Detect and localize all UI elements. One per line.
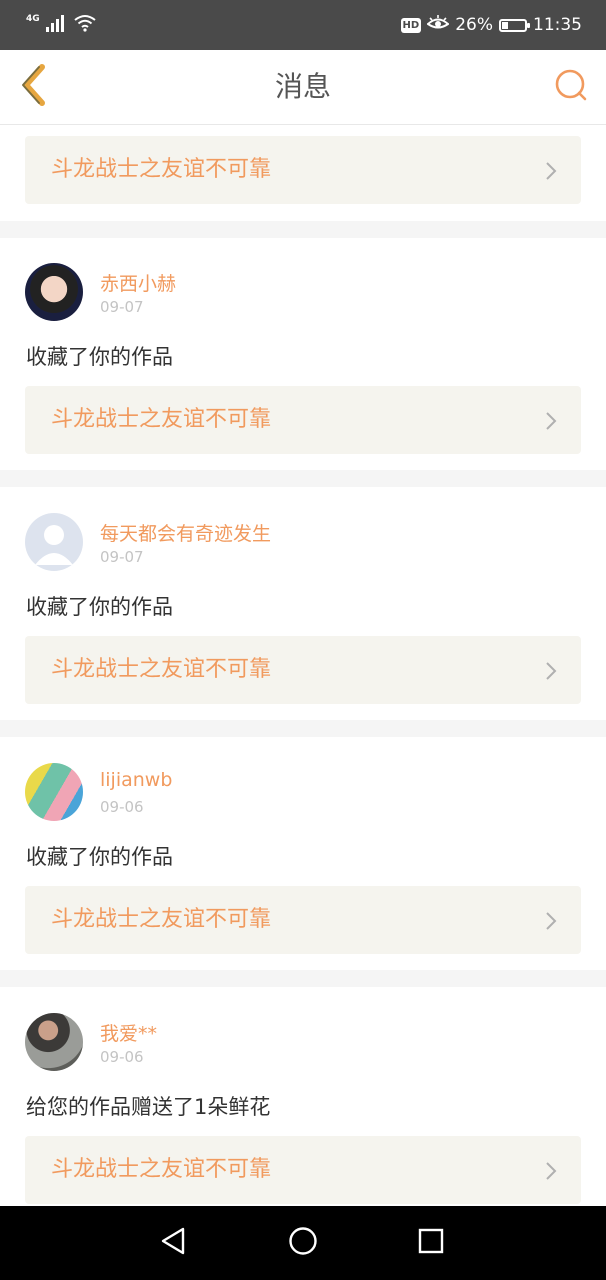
message-action: 收藏了你的作品 <box>26 595 173 619</box>
chevron-right-icon <box>545 661 557 685</box>
battery-icon <box>499 18 530 32</box>
username[interactable]: 每天都会有奇迹发生 <box>100 519 271 546</box>
chevron-right-icon <box>545 911 557 935</box>
work-title: 斗龙战士之友谊不可靠 <box>51 407 272 432</box>
system-nav-bar <box>0 1206 606 1280</box>
app-header: 消息 <box>0 50 606 125</box>
default-avatar-icon[interactable] <box>25 513 83 571</box>
work-title: 斗龙战士之友谊不可靠 <box>51 157 272 182</box>
message-action: 给您的作品赠送了1朵鲜花 <box>26 1095 271 1119</box>
battery-fill <box>502 21 508 29</box>
search-icon <box>553 67 589 107</box>
avatar[interactable] <box>25 1013 83 1071</box>
message-date: 09-06 <box>100 798 144 816</box>
status-bar: 4G HD 26% 11:35 <box>0 0 606 50</box>
chevron-right-icon <box>545 161 557 185</box>
status-left: 4G <box>26 12 96 38</box>
hd-badge: HD <box>400 17 422 33</box>
message-action: 收藏了你的作品 <box>26 845 173 869</box>
chevron-right-icon <box>545 1161 557 1185</box>
nav-recents-button[interactable] <box>414 1226 448 1260</box>
work-link-card[interactable]: 斗龙战士之友谊不可靠 <box>25 136 581 204</box>
avatar[interactable] <box>25 763 83 821</box>
work-link-card[interactable]: 斗龙战士之友谊不可靠 <box>25 636 581 704</box>
page-title: 消息 <box>274 70 331 103</box>
message-list[interactable]: 斗龙战士之友谊不可靠 赤西小赫 09-07 收藏了你的作品 斗龙战士之友谊不可靠… <box>0 125 606 1206</box>
work-link-card[interactable]: 斗龙战士之友谊不可靠 <box>25 386 581 454</box>
square-recents-icon <box>417 1227 445 1259</box>
search-button[interactable] <box>548 64 594 110</box>
message-date: 09-06 <box>100 1048 144 1066</box>
work-title: 斗龙战士之友谊不可靠 <box>51 657 272 682</box>
message-date: 09-07 <box>100 298 144 316</box>
work-title: 斗龙战士之友谊不可靠 <box>51 1157 272 1182</box>
avatar[interactable] <box>25 263 83 321</box>
wifi-icon <box>74 14 96 36</box>
eye-icon <box>426 14 450 36</box>
network-type: 4G <box>26 14 40 24</box>
circle-home-icon <box>288 1226 318 1260</box>
battery-percent: 26% <box>455 15 493 35</box>
message-date: 09-07 <box>100 548 144 566</box>
nav-back-button[interactable] <box>156 1226 190 1260</box>
work-link-card[interactable]: 斗龙战士之友谊不可靠 <box>25 886 581 954</box>
clock: 11:35 <box>533 15 582 35</box>
status-right: HD 26% 11:35 <box>400 12 582 38</box>
section-separator <box>0 970 606 987</box>
signal-icon <box>45 14 66 36</box>
username[interactable]: 赤西小赫 <box>100 269 176 296</box>
work-title: 斗龙战士之友谊不可靠 <box>51 907 272 932</box>
username[interactable]: lijianwb <box>100 769 172 791</box>
chevron-right-icon <box>545 411 557 435</box>
section-separator <box>0 221 606 238</box>
work-link-card[interactable]: 斗龙战士之友谊不可靠 <box>25 1136 581 1204</box>
section-separator <box>0 470 606 487</box>
nav-home-button[interactable] <box>286 1226 320 1260</box>
message-action: 收藏了你的作品 <box>26 345 173 369</box>
triangle-back-icon <box>159 1226 187 1260</box>
section-separator <box>0 720 606 737</box>
username[interactable]: 我爱** <box>100 1019 157 1046</box>
